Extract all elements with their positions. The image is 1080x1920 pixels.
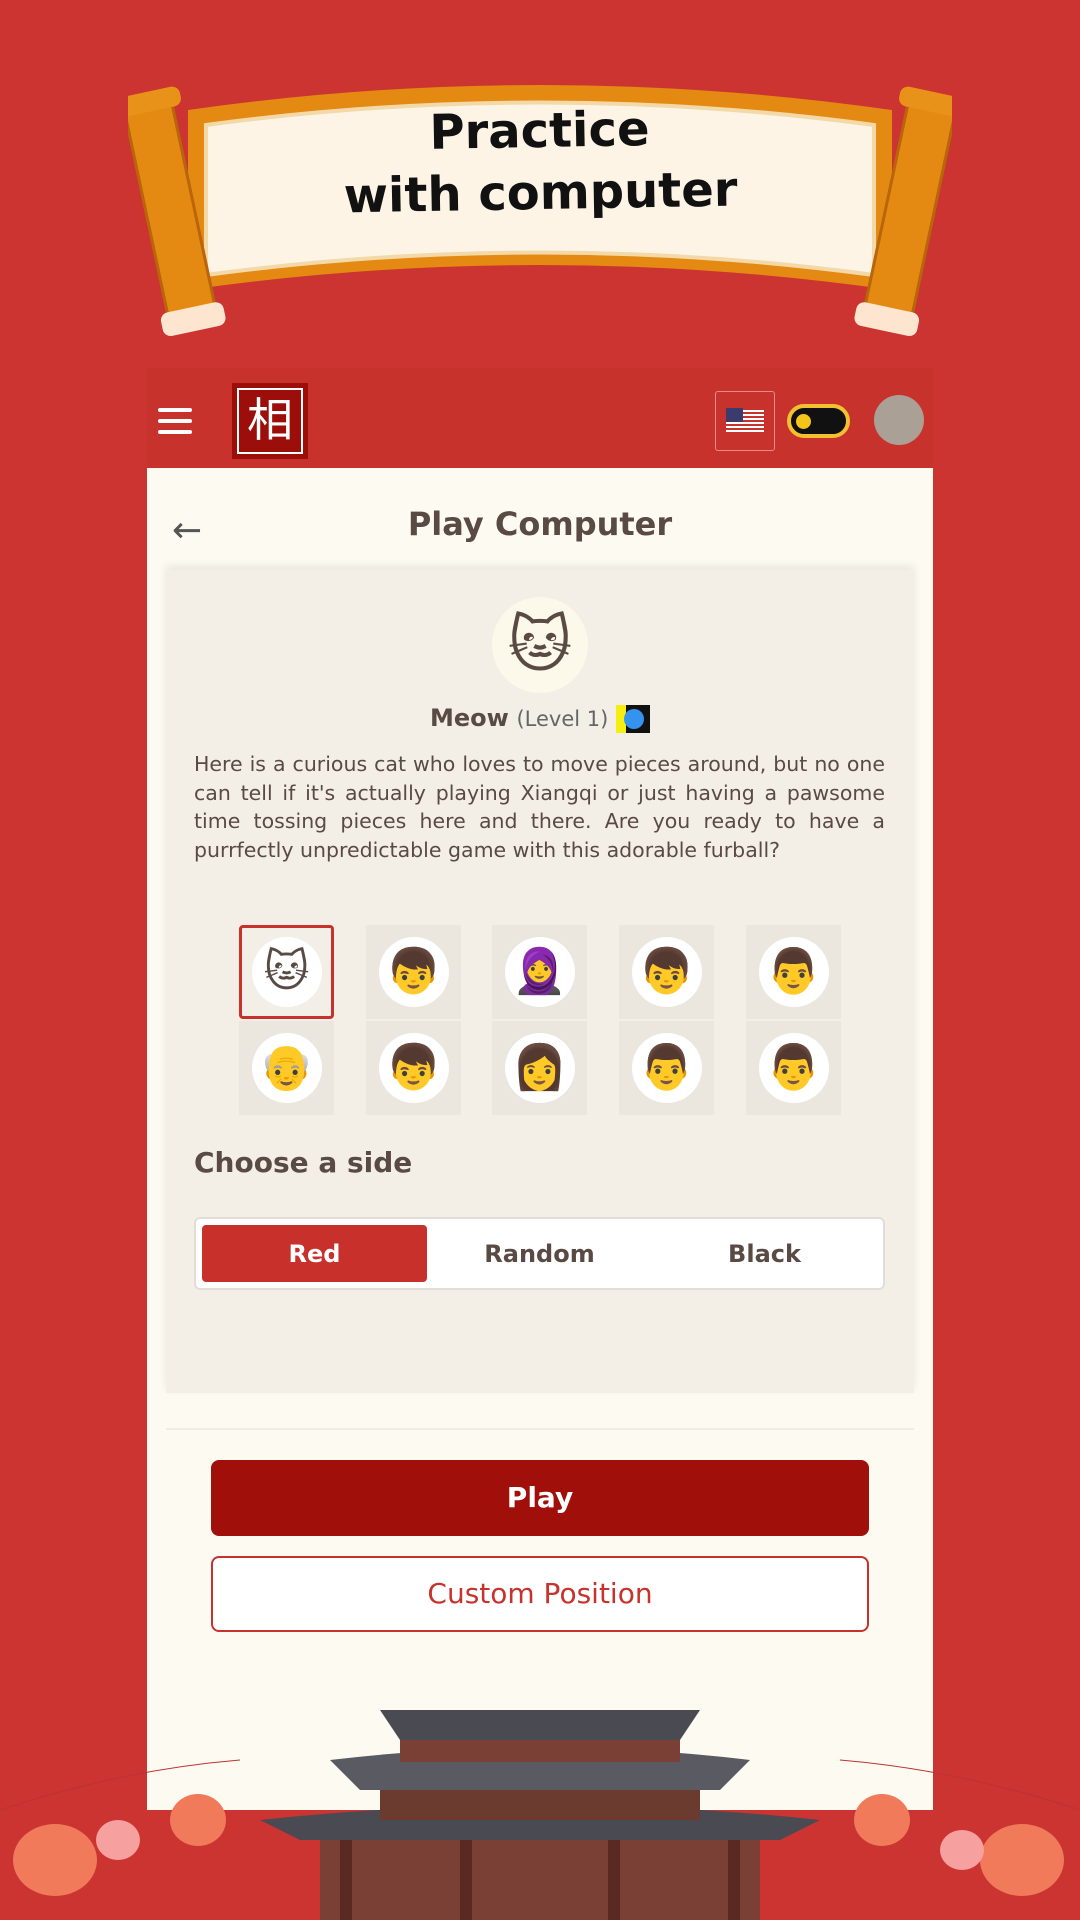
avatar-image: 👨	[758, 937, 829, 1007]
opponent-avatar[interactable]: 👦	[366, 1021, 461, 1115]
us-flag-icon	[726, 408, 764, 434]
user-avatar[interactable]	[874, 395, 924, 445]
opponent-avatar[interactable]: 👨	[746, 1021, 841, 1115]
avatar-image: 👨	[758, 1033, 829, 1103]
choose-side-label: Choose a side	[194, 1146, 413, 1179]
banner-title: Practice with computer	[299, 96, 781, 228]
app-logo[interactable]: 相	[232, 383, 308, 459]
bot-name: Meow	[430, 704, 509, 732]
logo-glyph: 相	[237, 388, 303, 454]
play-button[interactable]: Play	[211, 1460, 869, 1536]
avatar-image: 🧕	[504, 937, 575, 1007]
pagoda-illustration	[0, 1710, 1080, 1920]
avatar-image: 👦	[378, 1033, 449, 1103]
opponent-avatar[interactable]: 👨	[746, 925, 841, 1019]
page-title: Play Computer	[407, 505, 673, 543]
opponent-avatar[interactable]: 🐱	[239, 925, 334, 1019]
opponent-avatar[interactable]: 👦	[619, 925, 714, 1019]
avatar-image: 👨	[631, 1033, 702, 1103]
opponent-avatar[interactable]: 👴	[239, 1021, 334, 1115]
opponent-avatar[interactable]: 👨	[619, 1021, 714, 1115]
language-button[interactable]	[715, 391, 775, 451]
lantern-icon	[13, 1794, 226, 1896]
side-option-random[interactable]: Random	[427, 1225, 652, 1282]
hamburger-icon[interactable]	[158, 408, 192, 434]
avatar-image: 🐱	[251, 937, 322, 1007]
bot-name-line: Meow (Level 1)	[166, 704, 914, 733]
divider	[166, 1428, 914, 1430]
bot-avatar: 🐱	[492, 597, 588, 693]
lantern-icon	[854, 1794, 1064, 1896]
sun-icon	[796, 414, 811, 429]
level-badge-icon	[615, 705, 650, 733]
banner-title-line-2: with computer	[343, 161, 738, 225]
side-option-red[interactable]: Red	[202, 1225, 427, 1282]
bot-description: Here is a curious cat who loves to move …	[194, 752, 885, 862]
side-option-black[interactable]: Black	[652, 1225, 877, 1282]
theme-toggle[interactable]	[787, 404, 850, 438]
custom-position-button[interactable]: Custom Position	[211, 1556, 869, 1632]
avatar-image: 👴	[251, 1033, 322, 1103]
banner-title-line-1: Practice	[428, 101, 650, 161]
side-selector: Red Random Black	[194, 1217, 885, 1290]
opponent-avatar[interactable]: 👦	[366, 925, 461, 1019]
opponent-avatar[interactable]: 🧕	[492, 925, 587, 1019]
avatar-image: 👦	[631, 937, 702, 1007]
bot-level: (Level 1)	[516, 707, 609, 731]
avatar-image: 👩	[504, 1033, 575, 1103]
avatar-image: 👦	[378, 937, 449, 1007]
opponent-avatar[interactable]: 👩	[492, 1021, 587, 1115]
